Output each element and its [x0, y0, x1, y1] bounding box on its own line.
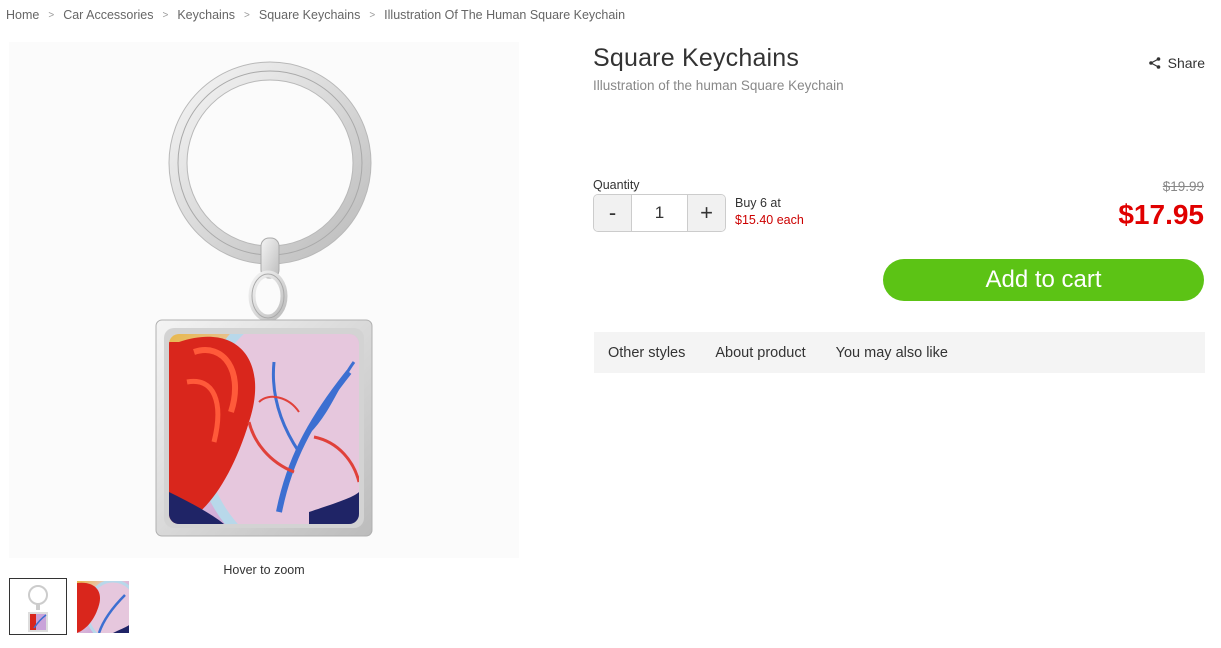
- keychain-illustration: [155, 61, 373, 537]
- thumbnail-keychain-full[interactable]: [9, 578, 67, 635]
- add-to-cart-button[interactable]: Add to cart: [883, 259, 1204, 301]
- bulk-offer: Buy 6 at $15.40 each: [735, 195, 804, 229]
- keychain-thumbnail-icon: [28, 584, 48, 632]
- breadcrumb-separator: >: [244, 9, 250, 21]
- quantity-label: Quantity: [593, 178, 640, 192]
- breadcrumb-separator: >: [162, 9, 169, 21]
- breadcrumb-current-product[interactable]: Illustration Of The Human Square Keychai…: [384, 8, 625, 22]
- quantity-input[interactable]: [632, 195, 687, 231]
- tab-about-product[interactable]: About product: [715, 345, 805, 361]
- quantity-stepper: - +: [593, 194, 726, 232]
- product-title: Square Keychains: [593, 44, 800, 72]
- thumbnail-artwork-closeup[interactable]: [77, 581, 129, 633]
- breadcrumb-separator: >: [48, 9, 55, 21]
- original-price: $19.99: [1162, 179, 1204, 194]
- tab-other-styles[interactable]: Other styles: [608, 345, 685, 361]
- zoom-hint: Hover to zoom: [223, 563, 305, 577]
- share-icon: [1148, 57, 1160, 69]
- share-button[interactable]: Share: [1148, 55, 1205, 71]
- breadcrumb-separator: >: [369, 9, 376, 21]
- quantity-decrease-button[interactable]: -: [594, 195, 632, 231]
- breadcrumb-square-keychains[interactable]: Square Keychains: [259, 8, 360, 22]
- current-price: $17.95: [1118, 199, 1204, 230]
- thumbnail-strip: [9, 578, 129, 635]
- artwork-thumbnail-icon: [77, 581, 129, 633]
- quantity-increase-button[interactable]: +: [687, 195, 725, 231]
- breadcrumb: Home > Car Accessories > Keychains > Squ…: [6, 8, 625, 22]
- breadcrumb-home[interactable]: Home: [6, 8, 39, 22]
- product-main-image[interactable]: [9, 42, 519, 558]
- product-subtitle: Illustration of the human Square Keychai…: [593, 78, 844, 93]
- bulk-offer-price: $15.40 each: [735, 213, 804, 227]
- share-label: Share: [1167, 55, 1205, 71]
- product-info-tabs: Other styles About product You may also …: [594, 332, 1205, 373]
- tab-you-may-also-like[interactable]: You may also like: [836, 345, 948, 361]
- breadcrumb-car-accessories[interactable]: Car Accessories: [63, 8, 153, 22]
- bulk-offer-label: Buy 6 at: [735, 196, 781, 210]
- breadcrumb-keychains[interactable]: Keychains: [177, 8, 235, 22]
